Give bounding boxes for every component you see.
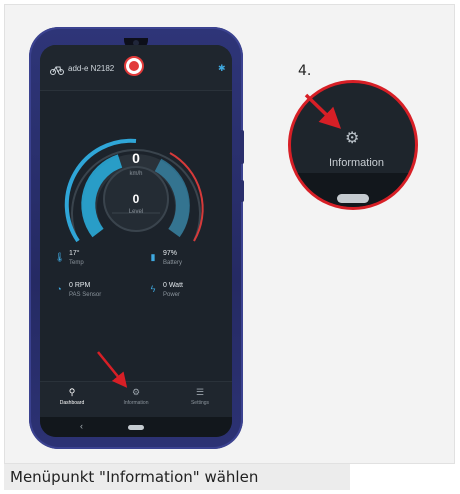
bottom-navigation: ⚲ Dashboard ⚙ Information ☰ Settings <box>40 381 232 417</box>
stat-pas-label: PAS Sensor <box>69 292 102 298</box>
power-button <box>240 180 244 202</box>
speed-unit: km/h <box>129 171 143 177</box>
gear-icon: ⚙ <box>345 130 360 147</box>
nav-information[interactable]: ⚙ Information <box>104 386 168 406</box>
gear-icon: ⚙ <box>131 387 141 397</box>
bike-icon <box>50 66 64 75</box>
bike-icon: ⚲ <box>68 387 76 397</box>
stat-temp-label: Temp <box>69 260 84 266</box>
zoom-callout: ⚙ Information <box>288 80 418 210</box>
bluetooth-icon[interactable]: ✱ <box>218 63 226 74</box>
speedometer-icon: ◔ <box>56 284 62 294</box>
speed-value: 0 <box>132 150 140 166</box>
stat-battery-value: 97% <box>163 250 178 257</box>
nav-dashboard-label: Dashboard <box>59 400 85 406</box>
stat-power-value: 0 Watt <box>163 282 183 289</box>
nav-settings[interactable]: ☰ Settings <box>168 386 232 406</box>
stat-battery-label: Battery <box>163 260 183 266</box>
zoom-home-pill <box>337 194 369 203</box>
nav-information-label: Information <box>123 400 149 406</box>
nav-dashboard[interactable]: ⚲ Dashboard <box>40 386 104 406</box>
home-pill[interactable] <box>128 425 144 430</box>
instruction-caption: Menüpunkt "Information" wählen <box>4 464 350 490</box>
level-label: Level <box>128 209 144 215</box>
step-number: 4. <box>298 63 312 79</box>
zoom-system-bar <box>291 173 415 207</box>
stat-temp-value: 17° <box>69 250 80 257</box>
app-header: add-e N2182 ✱ <box>40 45 232 91</box>
stat-battery: ▮ 97% Battery <box>148 250 228 274</box>
lightning-icon: ϟ <box>150 284 156 294</box>
stat-temp: 🌡 17° Temp <box>54 250 134 274</box>
sliders-icon: ☰ <box>195 387 205 397</box>
stat-pas: ◔ 0 RPM PAS Sensor <box>54 282 134 306</box>
battery-icon: ▮ <box>150 252 156 262</box>
nav-settings-label: Settings <box>190 400 210 406</box>
stat-pas-value: 0 RPM <box>69 282 91 289</box>
speed-gauge <box>64 138 204 243</box>
back-icon[interactable]: ‹ <box>80 421 83 431</box>
volume-button <box>240 130 244 164</box>
stat-power: ϟ 0 Watt Power <box>148 282 228 306</box>
thermometer-icon: 🌡 <box>54 252 66 262</box>
stat-power-label: Power <box>163 292 181 298</box>
system-navigation-bar: ‹ <box>40 417 232 437</box>
device-name: add-e N2182 <box>68 64 115 73</box>
phone-screen: add-e N2182 ✱ 0 km/h 0 Level 🌡 17° Temp … <box>40 45 232 437</box>
zoom-information-label: Information <box>329 157 385 169</box>
brand-logo <box>124 56 144 76</box>
level-value: 0 <box>132 192 140 206</box>
